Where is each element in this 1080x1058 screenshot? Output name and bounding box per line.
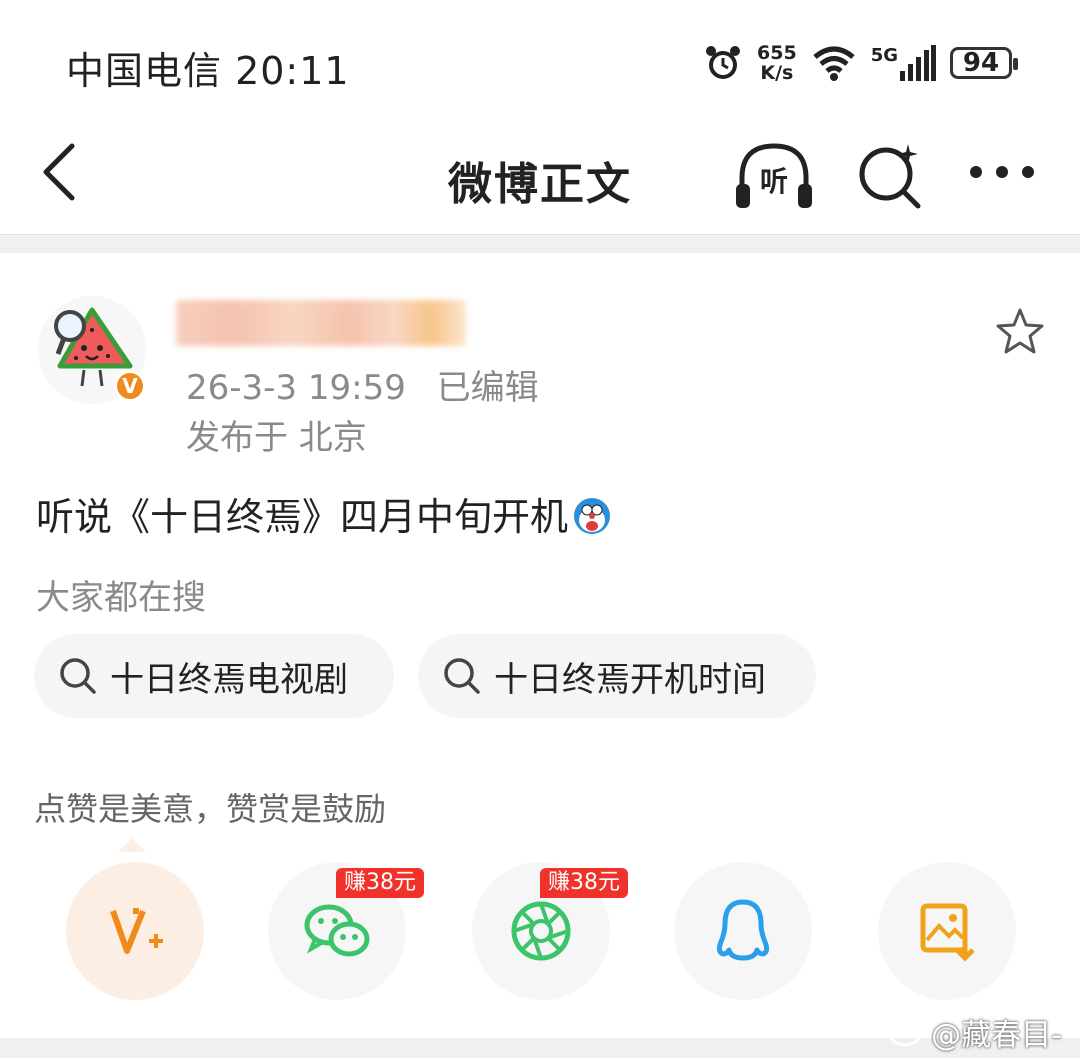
reward-badge: 赚38元 <box>540 868 628 898</box>
save-image-button[interactable] <box>878 862 1016 1000</box>
vplus-icon <box>110 908 163 954</box>
search-chip[interactable]: 十日终焉电视剧 <box>34 634 394 718</box>
doraemon-emoji-icon <box>574 498 611 534</box>
listen-button[interactable]: 听 <box>734 138 814 218</box>
wifi-icon <box>813 46 855 81</box>
username-blurred[interactable] <box>176 300 466 346</box>
cellular-signal: 5G <box>871 45 936 81</box>
search-icon <box>60 658 96 694</box>
signal-bars-icon <box>900 45 936 81</box>
hint-pointer <box>118 838 146 852</box>
alarm-icon <box>706 46 741 79</box>
search-chip-label: 十日终焉开机时间 <box>494 659 766 700</box>
network-type: 5G <box>870 45 898 66</box>
edited-label: 已编辑 <box>436 368 539 408</box>
post-text: 听说《十日终焉》四月中旬开机 <box>36 495 569 539</box>
star-icon[interactable] <box>994 306 1046 358</box>
nav-bar: 微博正文 听 <box>0 120 1080 232</box>
weibo-logo-icon <box>889 1019 924 1047</box>
save-image-icon <box>920 903 975 962</box>
verified-badge: V <box>114 370 146 402</box>
reward-badge: 赚38元 <box>336 868 424 898</box>
watermark: @藏春目- <box>889 1010 1062 1054</box>
net-speed-value: 655 <box>757 42 797 64</box>
qq-icon <box>716 899 770 961</box>
watermark-text: @藏春目- <box>931 1018 1062 1053</box>
search-icon[interactable] <box>856 140 926 210</box>
listen-label: 听 <box>759 165 788 198</box>
search-icon <box>444 658 480 694</box>
status-bar: 中国电信 20:11 655 K/s 5G 94 <box>0 0 1080 120</box>
search-hint: 大家都在搜 <box>36 578 206 618</box>
moments-icon <box>511 901 571 961</box>
post-content: 听说《十日终焉》四月中旬开机 <box>36 486 612 541</box>
section-divider <box>0 234 1080 253</box>
search-chip[interactable]: 十日终焉开机时间 <box>418 634 816 718</box>
reward-hint: 点赞是美意，赞赏是鼓励 <box>34 790 387 828</box>
net-speed: 655 K/s <box>757 43 797 83</box>
net-speed-unit: K/s <box>760 62 794 84</box>
battery-indicator: 94 <box>950 47 1018 79</box>
more-icon[interactable] <box>966 150 1038 194</box>
search-chip-label: 十日终焉电视剧 <box>110 659 348 700</box>
post-location: 发布于 北京 <box>186 418 367 458</box>
vplus-button[interactable] <box>66 862 204 1000</box>
share-qq-button[interactable] <box>674 862 812 1000</box>
status-icons: 655 K/s 5G 94 <box>703 38 1018 88</box>
post-time: 26-3-3 19:59 <box>186 368 406 408</box>
carrier-time: 中国电信 20:11 <box>66 49 350 93</box>
wechat-icon <box>304 904 370 957</box>
post-timestamp: 26-3-3 19:59 已编辑 <box>186 360 539 409</box>
